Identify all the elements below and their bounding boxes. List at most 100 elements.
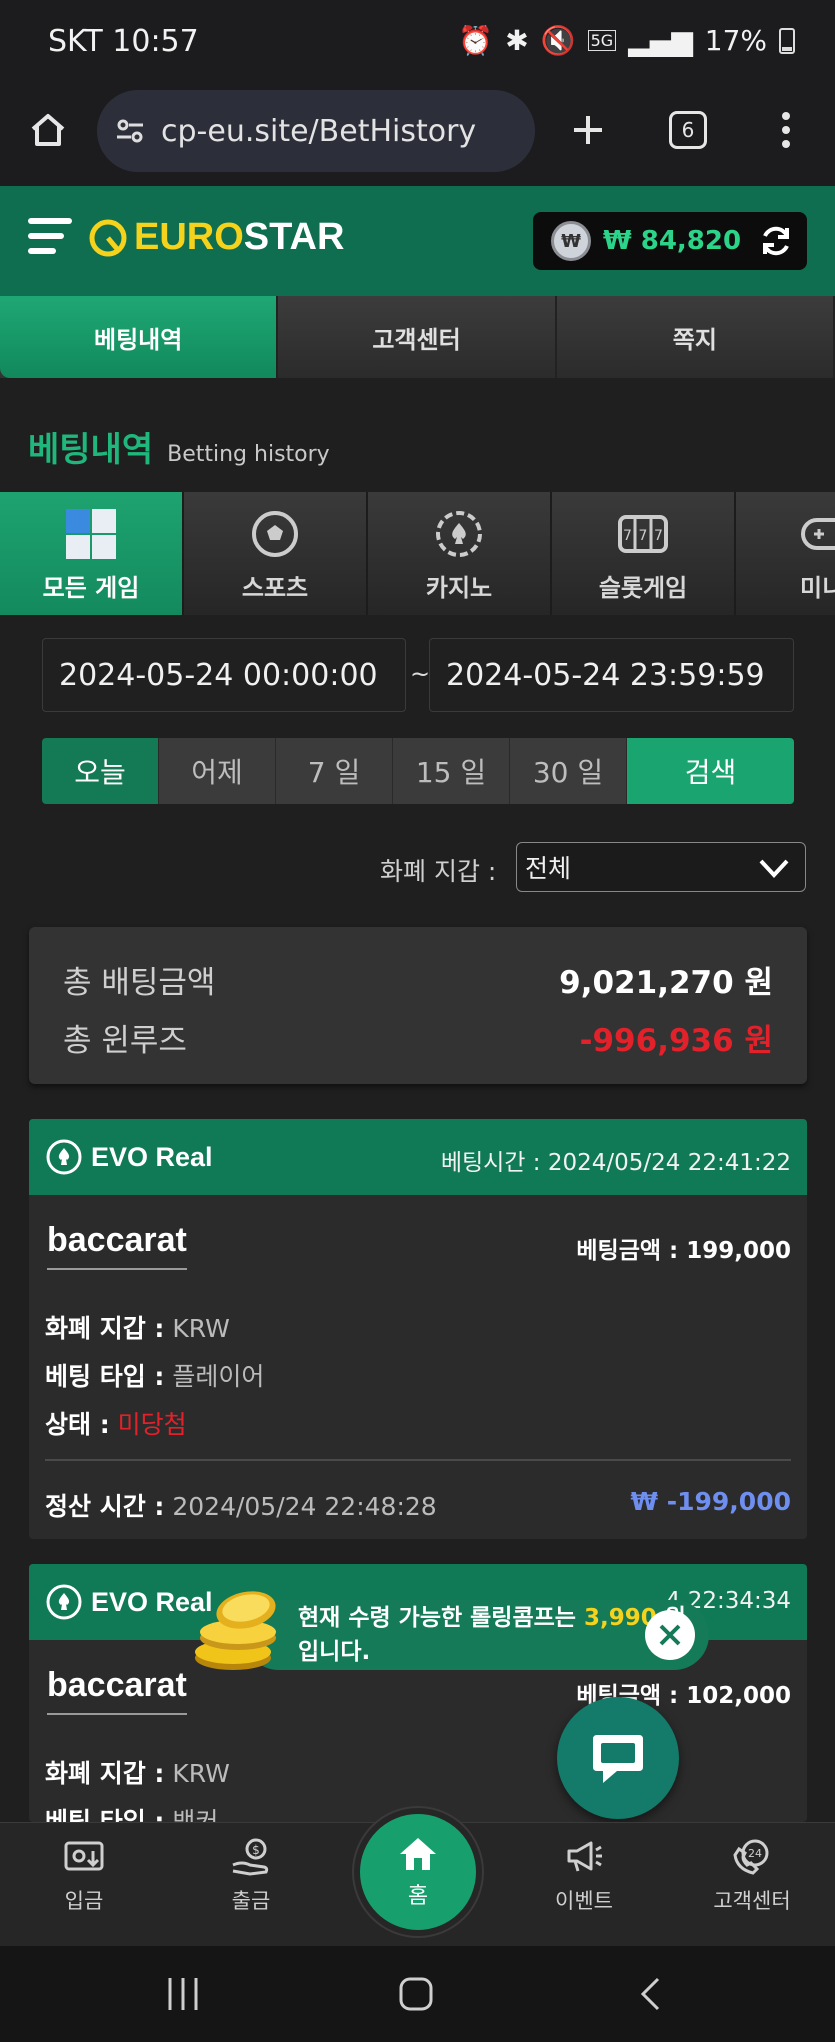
- page-title-ko: 베팅내역: [28, 430, 154, 470]
- close-toast-button[interactable]: [645, 1610, 695, 1660]
- game-tab-label: 슬롯게임: [598, 574, 688, 602]
- total-winloss-value: -996,936 원: [579, 1023, 773, 1059]
- game-tab-label: 모든 게임: [42, 574, 140, 602]
- period-30day-button[interactable]: 30 일: [510, 738, 627, 804]
- home-button-icon[interactable]: [398, 1976, 434, 2012]
- support-24-icon: 24: [733, 1839, 769, 1875]
- back-icon[interactable]: [638, 1976, 662, 2012]
- more-menu-icon[interactable]: [758, 102, 814, 158]
- tab-messages[interactable]: 쪽지: [556, 296, 835, 378]
- tab-betting-history[interactable]: 베팅내역: [0, 296, 279, 378]
- start-date-input[interactable]: 2024-05-24 00:00:00: [42, 638, 406, 712]
- page-title-en: Betting history: [167, 442, 330, 467]
- period-15day-button[interactable]: 15 일: [393, 738, 510, 804]
- status-icons: ⏰ ✱ 🔇 5G ▂▄▆ 17%: [458, 24, 795, 57]
- payout-value: ₩ -199,000: [630, 1487, 791, 1516]
- home-icon: [400, 1838, 436, 1870]
- megaphone-icon: [567, 1841, 602, 1872]
- slot-machine-icon: 777: [615, 506, 671, 562]
- battery-icon: [779, 27, 795, 54]
- wallet-filter-select[interactable]: 전체: [516, 842, 806, 892]
- game-name: baccarat: [47, 1221, 187, 1270]
- search-button[interactable]: 검색: [627, 738, 794, 804]
- nav-events[interactable]: 이벤트: [524, 1837, 644, 1915]
- url-text: cp-eu.site/BetHistory: [161, 113, 477, 149]
- nav-support[interactable]: 24 고객센터: [692, 1837, 812, 1915]
- nav-home[interactable]: 홈: [354, 1808, 482, 1936]
- menu-icon[interactable]: [28, 218, 72, 262]
- bet-time: 베팅시간 : 2024/05/24 22:41:22: [440, 1150, 791, 1176]
- nav-deposit[interactable]: 입금: [24, 1837, 144, 1915]
- period-buttons: 오늘 어제 7 일 15 일 30 일: [42, 738, 627, 804]
- svg-text:24: 24: [748, 1847, 762, 1860]
- rolling-comp-toast: 현재 수령 가능한 롤링콤프는 3,990 원 입니다.: [244, 1600, 709, 1670]
- recent-apps-icon[interactable]: [166, 1976, 200, 2012]
- date-separator: ~: [410, 660, 431, 688]
- total-bet-label: 총 배팅금액: [63, 965, 216, 1001]
- site-header: EURO STAR ₩ ₩ 84,820: [0, 186, 835, 296]
- game-tab-slots[interactable]: 777 슬롯게임: [552, 492, 736, 615]
- logo-star: STAR: [243, 216, 345, 258]
- gamepad-icon: [800, 506, 835, 562]
- close-icon: [659, 1624, 681, 1646]
- casino-chip-icon: [46, 1139, 82, 1175]
- battery-percent: 17%: [704, 24, 767, 57]
- game-tab-casino[interactable]: 카지노: [368, 492, 552, 615]
- new-tab-icon[interactable]: [560, 102, 616, 158]
- wallet-amount: ₩ 84,820: [603, 226, 742, 256]
- deposit-icon: [64, 1841, 104, 1871]
- svg-text:7: 7: [654, 528, 663, 544]
- won-coin-icon: ₩: [551, 221, 591, 261]
- period-today-button[interactable]: 오늘: [42, 738, 159, 804]
- chat-button[interactable]: [557, 1697, 679, 1819]
- tab-switcher-icon[interactable]: 6: [660, 102, 716, 158]
- soccer-ball-icon: [247, 506, 303, 562]
- provider-name: EVO Real: [91, 1141, 213, 1172]
- tab-count: 6: [669, 111, 707, 149]
- home-icon[interactable]: [20, 102, 76, 158]
- nav-label: 입금: [64, 1889, 104, 1913]
- casino-chip-icon: [46, 1584, 82, 1620]
- url-bar[interactable]: cp-eu.site/BetHistory: [97, 90, 535, 172]
- period-yesterday-button[interactable]: 어제: [159, 738, 276, 804]
- casino-chip-icon: [431, 506, 487, 562]
- all-games-icon: [63, 506, 119, 562]
- chat-bubble-icon: [593, 1735, 643, 1783]
- total-winloss-label: 총 윈루즈: [63, 1023, 187, 1059]
- settle-time-line: 정산 시간 : 2024/05/24 22:48:28: [45, 1492, 437, 1521]
- game-tab-label: 카지노: [425, 574, 493, 602]
- system-nav-bar: [0, 1946, 835, 2042]
- end-date-input[interactable]: 2024-05-24 23:59:59: [429, 638, 794, 712]
- currency-line: 화폐 지갑 : KRW: [45, 1314, 230, 1343]
- main-tabs: 베팅내역 고객센터 쪽지: [0, 296, 835, 378]
- nav-label: 이벤트: [555, 1889, 613, 1913]
- game-tab-all[interactable]: 모든 게임: [0, 492, 184, 615]
- game-tab-label: 스포츠: [241, 574, 309, 602]
- status-line: 상태 : 미당첨: [45, 1410, 187, 1439]
- svg-text:$: $: [252, 1843, 260, 1857]
- game-category-tabs: 모든 게임 스포츠 카지노 777 슬롯게임 미니: [0, 492, 835, 615]
- wallet-filter-value: 전체: [525, 854, 572, 883]
- betting-summary: 총 배팅금액 9,021,270 원 총 윈루즈 -996,936 원: [29, 927, 807, 1084]
- status-time: SKT 10:57: [48, 24, 199, 59]
- currency-line: 화폐 지갑 : KRW: [45, 1759, 230, 1788]
- chevron-down-icon: [759, 859, 789, 878]
- site-settings-icon[interactable]: [115, 116, 145, 146]
- browser-toolbar: cp-eu.site/BetHistory 6: [0, 88, 835, 186]
- tab-customer-center[interactable]: 고객센터: [278, 296, 557, 378]
- refresh-icon[interactable]: [759, 224, 793, 258]
- mute-icon: 🔇: [540, 24, 576, 57]
- game-tab-mini[interactable]: 미니: [736, 492, 835, 615]
- total-bet-value: 9,021,270 원: [559, 965, 773, 1001]
- page-title: 베팅내역 Betting history: [28, 422, 330, 471]
- logo-euro: EURO: [134, 216, 244, 258]
- gold-coins-icon: [195, 1591, 276, 1670]
- period-7day-button[interactable]: 7 일: [276, 738, 393, 804]
- site-logo[interactable]: EURO STAR: [88, 216, 344, 259]
- withdraw-icon: $: [232, 1838, 269, 1876]
- wallet-balance[interactable]: ₩ ₩ 84,820: [533, 212, 807, 270]
- nav-label: 출금: [231, 1889, 271, 1913]
- nav-withdraw[interactable]: $ 출금: [191, 1837, 311, 1915]
- game-name: baccarat: [47, 1666, 187, 1715]
- game-tab-sports[interactable]: 스포츠: [184, 492, 368, 615]
